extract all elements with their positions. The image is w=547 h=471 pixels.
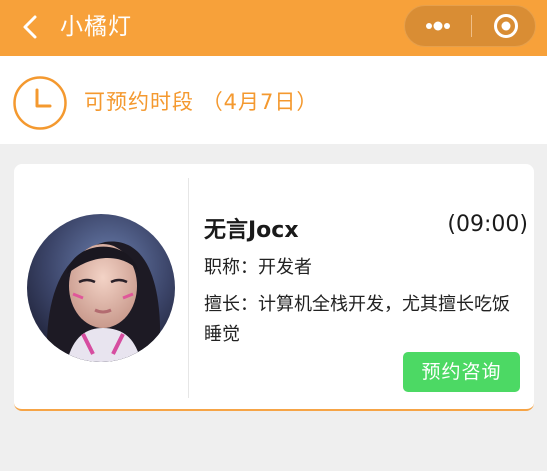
capsule-menu	[404, 5, 536, 47]
target-circle-icon	[494, 14, 518, 38]
navigation-bar: 小橘灯	[0, 0, 547, 56]
consultant-name: 无言Jocx	[204, 218, 299, 243]
job-title-label: 职称：	[204, 257, 258, 278]
book-consultation-button[interactable]: 预约咨询	[403, 352, 520, 392]
nav-title: 小橘灯	[60, 14, 132, 40]
job-title-row: 职称：开发者	[204, 253, 312, 283]
close-miniprogram-button[interactable]	[472, 6, 536, 46]
timeslot-title: 可预约时段 （4月7日）	[84, 86, 318, 118]
timeslot-date: （4月7日）	[201, 90, 319, 114]
chevron-left-icon	[23, 15, 37, 39]
skill-row: 擅长：计算机全栈开发，尤其擅长吃饭睡觉	[204, 290, 524, 350]
more-button[interactable]	[405, 6, 471, 46]
skill-label: 擅长：	[204, 294, 258, 315]
consultant-card: 无言Jocx (09:00) 职称：开发者 擅长：计算机全栈开发，尤其擅长吃饭睡…	[14, 164, 534, 411]
timeslot-label: 可预约时段	[84, 90, 194, 114]
back-button[interactable]	[16, 12, 46, 42]
avatar-image	[27, 214, 175, 362]
timeslot-header: 可预约时段 （4月7日）	[0, 56, 547, 144]
vertical-divider	[188, 178, 189, 398]
avatar	[27, 214, 175, 362]
more-dots-icon	[426, 21, 450, 31]
slot-time: (09:00)	[447, 212, 528, 237]
clock-icon	[13, 76, 67, 130]
job-title-value: 开发者	[258, 257, 312, 278]
